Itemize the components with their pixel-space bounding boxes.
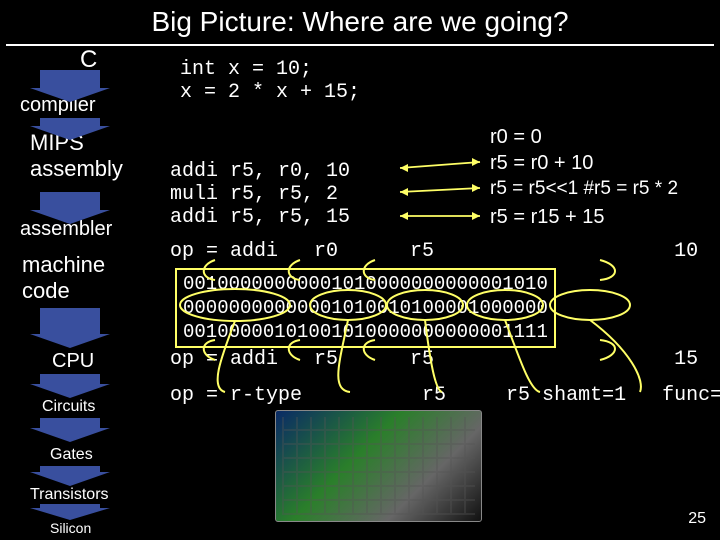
title-rule xyxy=(6,44,714,46)
stage-machine: machine code xyxy=(22,252,105,304)
stage-silicon: Silicon xyxy=(50,520,91,536)
machine-code-box: 00100000000001010000000000001010 0000000… xyxy=(175,268,556,348)
process-compiler: compiler xyxy=(20,94,96,117)
mips-assembly-code: addi r5, r0, 10 muli r5, r5, 2 addi r5, … xyxy=(170,160,350,229)
stage-c: C xyxy=(80,46,97,74)
machine-code-row2: 00000000000001010010100001000000 xyxy=(183,296,548,320)
c-source-code: int x = 10; x = 2 * x + 15; xyxy=(180,58,360,104)
stage-circuits: Circuits xyxy=(42,398,95,416)
machine-code-row1: 00100000000001010000000000001010 xyxy=(183,272,548,296)
stage-cpu: CPU xyxy=(52,350,94,373)
cpu-block-diagram xyxy=(275,410,482,522)
machine-code-row3: 00100000101001010000000000001111 xyxy=(183,320,548,344)
stage-gates: Gates xyxy=(50,446,93,464)
trace-r5-add10: r5 = r0 + 10 xyxy=(490,152,593,175)
opcode-decode-3: op = r-type r5 r5 shamt=1 func=sll xyxy=(170,384,720,407)
opcode-decode-2: op = addi r5 r5 15 xyxy=(170,348,698,371)
opcode-decode-1: op = addi r0 r5 10 xyxy=(170,240,698,263)
trace-r0: r0 = 0 xyxy=(490,126,542,149)
trace-r5-shift: r5 = r5<<1 #r5 = r5 * 2 xyxy=(490,178,678,200)
page-number: 25 xyxy=(688,510,706,528)
trace-r5-add15: r5 = r15 + 15 xyxy=(490,206,605,229)
stage-mips: MIPS assembly xyxy=(30,130,123,182)
stage-transistors: Transistors xyxy=(30,486,109,504)
slide-title: Big Picture: Where are we going? xyxy=(0,6,720,38)
process-assembler: assembler xyxy=(20,218,112,241)
